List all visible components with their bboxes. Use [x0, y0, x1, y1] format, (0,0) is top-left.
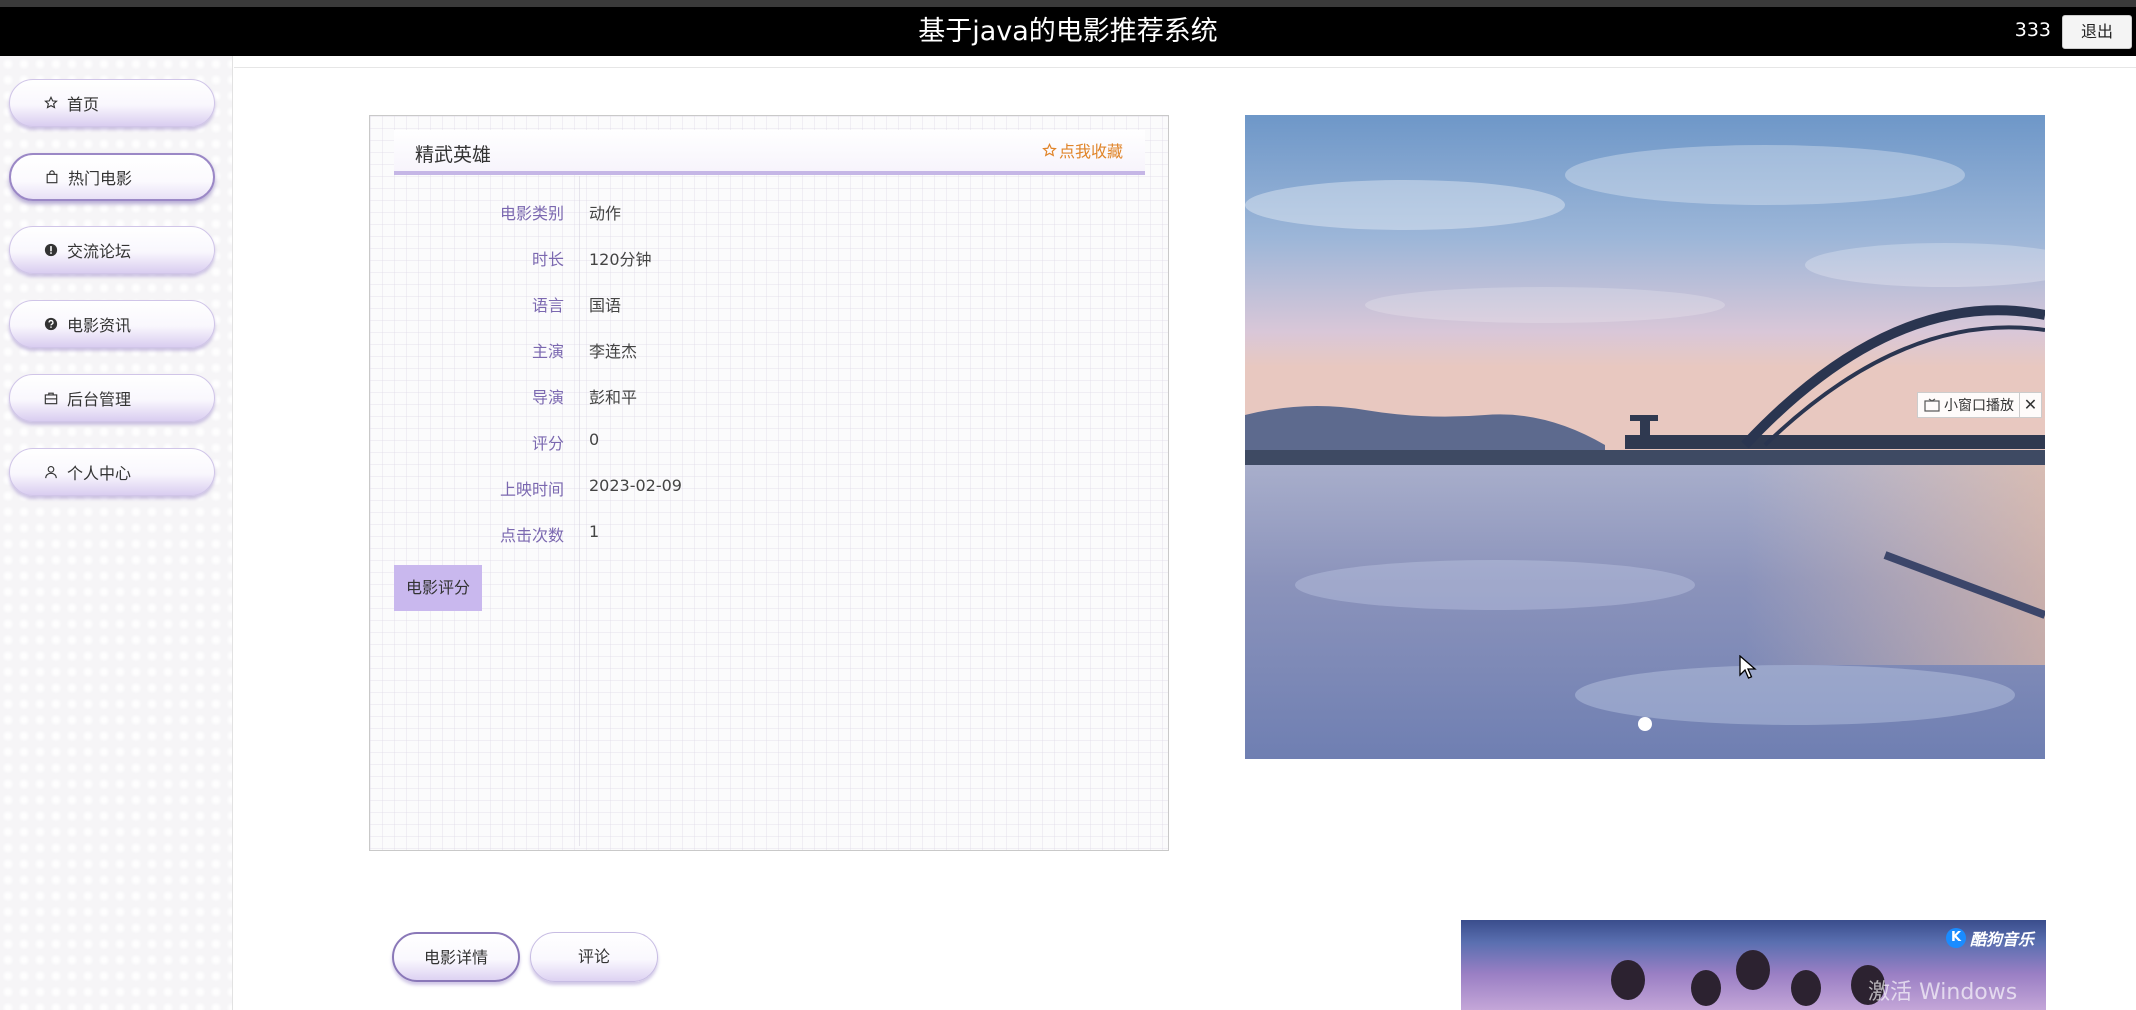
info-value: 0: [589, 430, 600, 449]
username-label: 333: [2014, 19, 2051, 41]
sidebar: 首页 热门电影 交流论坛 电影资讯 后台管理 个人中心: [0, 56, 233, 1010]
sidebar-item-forum[interactable]: 交流论坛: [9, 226, 215, 274]
mini-window-icon: [1924, 398, 1940, 412]
info-label: 语言: [531, 296, 564, 315]
sidebar-item-hot-movies[interactable]: 热门电影: [9, 153, 215, 201]
info-row-category: 电影类别 动作: [394, 188, 1145, 234]
star-outline-icon: [44, 96, 58, 110]
sidebar-item-label: 后台管理: [67, 390, 132, 409]
info-row-duration: 时长 120分钟: [394, 234, 1145, 280]
favorite-button[interactable]: 点我收藏: [1042, 138, 1123, 162]
info-value: 李连杰: [589, 342, 638, 361]
kugou-logo-text: 酷狗音乐: [1969, 930, 2034, 949]
info-row-language: 语言 国语: [394, 280, 1145, 326]
performer-figure: [1736, 950, 1770, 990]
favorite-label: 点我收藏: [1058, 142, 1123, 161]
kugou-logo-icon: K: [1945, 928, 1966, 948]
info-label: 上映时间: [499, 480, 564, 499]
exclamation-circle-icon: [44, 243, 58, 257]
sidebar-item-label: 热门电影: [68, 169, 133, 188]
sidebar-item-home[interactable]: 首页: [9, 79, 215, 127]
tab-comments[interactable]: 评论: [530, 932, 658, 982]
carousel-indicator-dot[interactable]: [1638, 717, 1652, 731]
movie-title-bar: 精武英雄 点我收藏: [394, 130, 1145, 175]
info-value: 2023-02-09: [589, 476, 682, 495]
info-label: 评分: [531, 434, 564, 453]
tab-movie-details[interactable]: 电影详情: [392, 932, 520, 982]
logout-button[interactable]: 退出: [2062, 15, 2132, 49]
question-circle-icon: [44, 317, 58, 331]
info-value: 120分钟: [589, 250, 652, 269]
user-icon: [44, 465, 58, 479]
mini-window-play-button[interactable]: 小窗口播放 ✕: [1917, 392, 2042, 418]
bag-icon: [45, 170, 59, 184]
briefcase-icon: [44, 391, 58, 405]
info-row-director: 导演 彭和平: [394, 372, 1145, 418]
window-top-strip: [0, 0, 2136, 7]
mini-window-label: 小窗口播放: [1944, 398, 2014, 414]
performer-figure: [1691, 970, 1721, 1006]
info-value: 1: [589, 522, 600, 541]
info-label: 主演: [531, 342, 564, 361]
info-row-release-date: 上映时间 2023-02-09: [394, 464, 1145, 510]
movie-title: 精武英雄: [415, 144, 492, 166]
info-label: 导演: [531, 388, 564, 407]
movie-detail-card: 精武英雄 点我收藏 电影类别 动作 时长 120分钟 语言 国语 主演 李连杰 …: [369, 115, 1169, 851]
mouse-cursor-icon: [1739, 655, 1757, 679]
sidebar-item-label: 交流论坛: [67, 242, 132, 261]
sidebar-item-label: 首页: [67, 95, 100, 114]
movie-carousel[interactable]: [1245, 115, 2045, 759]
star-outline-icon: [1042, 142, 1057, 157]
info-label: 点击次数: [499, 526, 564, 545]
windows-activation-watermark: 激活 Windows: [1868, 980, 2018, 1005]
info-value: 国语: [589, 296, 622, 315]
sidebar-item-label: 电影资讯: [67, 316, 132, 335]
info-row-clicks: 点击次数 1: [394, 510, 1145, 556]
close-icon[interactable]: ✕: [2019, 393, 2041, 417]
sidebar-item-news[interactable]: 电影资讯: [9, 300, 215, 348]
sidebar-item-admin[interactable]: 后台管理: [9, 374, 215, 422]
sidebar-item-profile[interactable]: 个人中心: [9, 448, 215, 496]
info-row-score: 评分 0: [394, 418, 1145, 464]
content-top-divider: [234, 67, 2136, 68]
info-value: 彭和平: [589, 388, 638, 407]
info-label: 电影类别: [499, 204, 564, 223]
carousel-image: [1245, 115, 2045, 759]
site-title: 基于java的电影推荐系统: [918, 16, 1218, 47]
info-row-starring: 主演 李连杰: [394, 326, 1145, 372]
performer-figure: [1611, 960, 1645, 1000]
kugou-music-logo: K 酷狗音乐: [1945, 926, 2034, 950]
rate-movie-button[interactable]: 电影评分: [394, 565, 482, 611]
info-value: 动作: [589, 204, 622, 223]
performer-figure: [1791, 970, 1821, 1006]
top-header: 基于java的电影推荐系统 333 退出: [0, 7, 2136, 56]
sidebar-item-label: 个人中心: [67, 464, 132, 483]
info-label: 时长: [531, 250, 564, 269]
